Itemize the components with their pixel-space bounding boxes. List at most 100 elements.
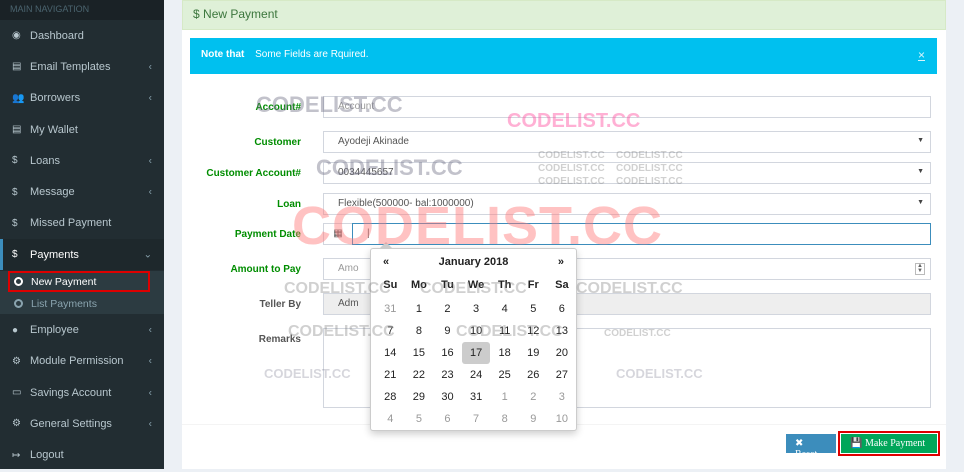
number-spinner[interactable]: ▲ ▼ <box>915 263 925 275</box>
payments-submenu: New Payment List Payments <box>0 271 164 315</box>
chevron-left-icon: ‹ <box>148 418 152 430</box>
sidebar-item-savings-account[interactable]: ▭ Savings Account ‹ <box>0 377 164 408</box>
calendar-day[interactable]: 1 <box>490 386 519 408</box>
calendar-day[interactable]: 18 <box>490 342 519 364</box>
sidebar-item-message[interactable]: $ Message ‹ <box>0 176 164 207</box>
calendar-day[interactable]: 6 <box>548 298 577 320</box>
calendar-day[interactable]: 7 <box>462 408 491 430</box>
sidebar-item-module-permission[interactable]: ⚙ Module Permission ‹ <box>0 346 164 377</box>
customer-account-select[interactable]: 0034445657 <box>323 162 931 184</box>
calendar-day[interactable]: 25 <box>490 364 519 386</box>
amount-placeholder: Amo <box>338 263 359 274</box>
calendar-day[interactable]: 8 <box>405 320 434 342</box>
calendar-day[interactable]: 9 <box>433 320 462 342</box>
sidebar-item-logout[interactable]: ↦ Logout <box>0 440 164 471</box>
sidebar-item-list-payments[interactable]: List Payments <box>0 293 164 314</box>
sidebar-item-employee[interactable]: ● Employee ‹ <box>0 314 164 345</box>
calendar-day[interactable]: 31 <box>462 386 491 408</box>
calendar-day[interactable]: 3 <box>548 386 577 408</box>
calendar-day[interactable]: 28 <box>376 386 405 408</box>
sidebar-item-label: My Wallet <box>30 123 78 136</box>
calendar-day[interactable]: 3 <box>462 298 491 320</box>
chevron-left-icon: ‹ <box>148 186 152 198</box>
calendar-day-today[interactable]: 17 <box>461 342 491 364</box>
weekday-label: Fr <box>527 279 539 291</box>
calendar-day[interactable]: 27 <box>548 364 577 386</box>
calendar-day[interactable]: 2 <box>433 298 462 320</box>
calendar-day[interactable]: 5 <box>405 408 434 430</box>
reset-button[interactable]: ✖ Reset <box>786 434 836 460</box>
sidebar-item-label: New Payment <box>31 275 97 288</box>
calendar-day[interactable]: 15 <box>405 342 434 364</box>
dollar-icon: $ <box>12 249 18 261</box>
next-month-button[interactable]: » <box>558 256 564 268</box>
calendar-day[interactable]: 1 <box>405 298 434 320</box>
payment-date-row: Payment Date ▦ | <box>182 223 946 247</box>
calendar-day[interactable]: 23 <box>433 364 462 386</box>
calendar-day[interactable]: 6 <box>433 408 462 430</box>
sidebar-item-missed-payment[interactable]: $ Missed Payment <box>0 208 164 239</box>
calendar-day[interactable]: 30 <box>433 386 462 408</box>
logout-icon: ↦ <box>12 449 21 461</box>
calendar-day[interactable]: 22 <box>405 364 434 386</box>
sidebar-item-payments[interactable]: $ Payments ⌄ <box>0 239 164 271</box>
calendar-day[interactable]: 14 <box>376 342 405 364</box>
calendar-day[interactable]: 26 <box>519 364 548 386</box>
calendar-day[interactable]: 24 <box>462 364 491 386</box>
close-icon[interactable]: × <box>918 48 925 62</box>
sidebar-item-new-payment[interactable]: New Payment <box>8 271 150 293</box>
account-row: Account# Account <box>182 96 946 120</box>
sidebar-item-label: Module Permission <box>30 355 124 368</box>
calendar-day[interactable]: 20 <box>548 342 577 364</box>
make-payment-button[interactable]: 💾 Make Payment <box>838 431 940 456</box>
calendar-day[interactable]: 16 <box>433 342 462 364</box>
calendar-day[interactable]: 13 <box>548 320 577 342</box>
chevron-left-icon: ‹ <box>148 387 152 399</box>
payment-date-input[interactable]: | <box>352 223 931 245</box>
book-icon: ▤ <box>12 124 22 136</box>
sidebar-item-borrowers[interactable]: 👥 Borrowers ‹ <box>0 83 164 114</box>
sidebar-item-loans[interactable]: $ Loans ‹ <box>0 145 164 176</box>
calendar-day[interactable]: 29 <box>405 386 434 408</box>
gear-icon: ⚙ <box>12 418 21 430</box>
sidebar-item-general-settings[interactable]: ⚙ General Settings ‹ <box>0 408 164 439</box>
calendar-day[interactable]: 8 <box>490 408 519 430</box>
sidebar-item-dashboard[interactable]: ◉ Dashboard <box>0 20 164 51</box>
sidebar-item-label: Savings Account <box>30 386 112 399</box>
calendar-day[interactable]: 9 <box>519 408 548 430</box>
weekday-label: We <box>467 279 485 291</box>
calendar-grid: 31 1 2 3 4 5 6 7 8 9 10 11 12 13 14 15 16 17 18 19 20 21 22 23 2… <box>376 298 576 430</box>
calendar-day[interactable]: 10 <box>548 408 577 430</box>
calendar-day[interactable]: 4 <box>490 298 519 320</box>
customer-select[interactable]: Ayodeji Akinade <box>323 131 931 153</box>
datepicker-month-title[interactable]: January 2018 <box>371 256 576 268</box>
calendar-day[interactable]: 5 <box>519 298 548 320</box>
calendar-day[interactable]: 12 <box>519 320 548 342</box>
weekday-label: Mo <box>410 279 427 291</box>
calendar-day[interactable]: 19 <box>519 342 548 364</box>
calendar-day[interactable]: 11 <box>490 320 519 342</box>
circle-icon <box>14 277 23 287</box>
calendar-day[interactable]: 21 <box>376 364 405 386</box>
account-input[interactable]: Account <box>323 96 931 118</box>
calendar-day[interactable]: 2 <box>519 386 548 408</box>
money-icon: ▭ <box>12 387 22 399</box>
calendar-day[interactable]: 31 <box>376 298 405 320</box>
customer-label: Customer <box>254 137 301 148</box>
calendar-day[interactable]: 7 <box>376 320 405 342</box>
customer-account-label: Customer Account# <box>206 168 301 179</box>
calendar-day[interactable]: 4 <box>376 408 405 430</box>
loan-select[interactable]: Flexible(500000- bal:1000000) <box>323 193 931 215</box>
circle-icon <box>14 299 23 309</box>
loan-label: Loan <box>277 199 301 210</box>
book-icon: ▤ <box>12 61 22 73</box>
sidebar-item-label: Employee <box>30 324 79 337</box>
sidebar-item-label: Payments <box>30 248 79 261</box>
sidebar-item-email-templates[interactable]: ▤ Email Templates ‹ <box>0 51 164 82</box>
calendar-day[interactable]: 10 <box>462 320 491 342</box>
sidebar-item-my-wallet[interactable]: ▤ My Wallet <box>0 114 164 145</box>
sidebar-item-label: Dashboard <box>30 29 84 42</box>
sidebar-item-label: Missed Payment <box>30 217 112 230</box>
user-icon: ● <box>12 324 19 336</box>
prev-month-button[interactable]: « <box>383 256 389 268</box>
